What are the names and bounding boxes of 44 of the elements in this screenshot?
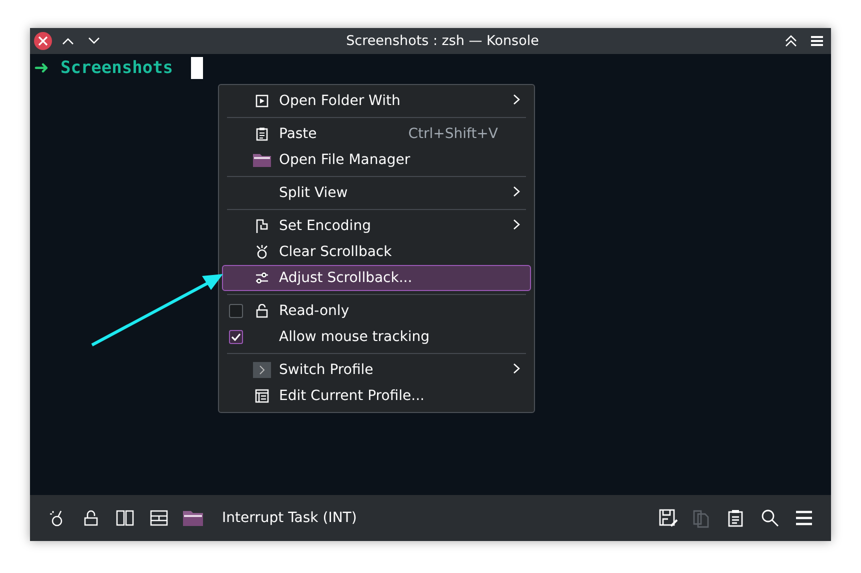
- play-window-icon: [255, 94, 269, 108]
- broom-icon: [255, 245, 269, 259]
- copy-icon: [692, 508, 712, 528]
- padlock-icon: [256, 304, 268, 318]
- folder-icon: [253, 153, 271, 167]
- menu-item[interactable]: Read-only: [222, 298, 531, 324]
- double-chevron-up-icon: [784, 35, 798, 47]
- menu-item[interactable]: Adjust Scrollback...: [222, 265, 531, 291]
- menu-item[interactable]: Split View: [222, 180, 531, 206]
- close-button[interactable]: [34, 32, 52, 50]
- directory-name: Screenshots: [60, 58, 174, 78]
- padlock-icon: [84, 510, 98, 526]
- window-title: Screenshots : zsh — Konsole: [345, 33, 540, 49]
- chevron-up-icon: [62, 37, 74, 45]
- chevron-down-icon: [88, 37, 100, 45]
- checkbox[interactable]: [229, 304, 243, 318]
- terminal-icon: [253, 362, 271, 378]
- menu-icon: [794, 508, 814, 528]
- close-icon: [38, 36, 48, 46]
- menu-item[interactable]: Set Encoding: [222, 213, 531, 239]
- prompt-arrow: ➜: [34, 54, 48, 82]
- menu-item[interactable]: Clear Scrollback: [222, 239, 531, 265]
- checkmark-icon: [231, 333, 241, 341]
- folder-icon: [183, 510, 203, 526]
- floppy-pencil-icon: [658, 508, 678, 528]
- clipboard-icon: [726, 508, 746, 528]
- clipboard-icon: [256, 127, 268, 141]
- interrupt-task-button[interactable]: Interrupt Task (INT): [218, 506, 361, 530]
- checkbox[interactable]: [229, 330, 243, 344]
- flag-icon: [255, 219, 269, 233]
- form-icon: [255, 389, 269, 403]
- menu-item[interactable]: Open File Manager: [222, 147, 531, 173]
- menu-item[interactable]: Edit Current Profile...: [222, 383, 531, 409]
- split-rows-icon: [150, 510, 168, 526]
- shortcut-text: Ctrl+Shift+V: [408, 126, 498, 142]
- search-icon: [760, 508, 780, 528]
- menu-item[interactable]: Open Folder With: [222, 88, 531, 114]
- split-columns-icon: [116, 510, 134, 526]
- sliders-icon: [255, 271, 269, 285]
- menu-item[interactable]: Allow mouse tracking: [222, 324, 531, 350]
- menu-item[interactable]: Paste Ctrl+Shift+V: [222, 121, 531, 147]
- menu-icon: [810, 35, 824, 47]
- menu-item[interactable]: Switch Profile: [222, 357, 531, 383]
- text-cursor: [191, 57, 204, 79]
